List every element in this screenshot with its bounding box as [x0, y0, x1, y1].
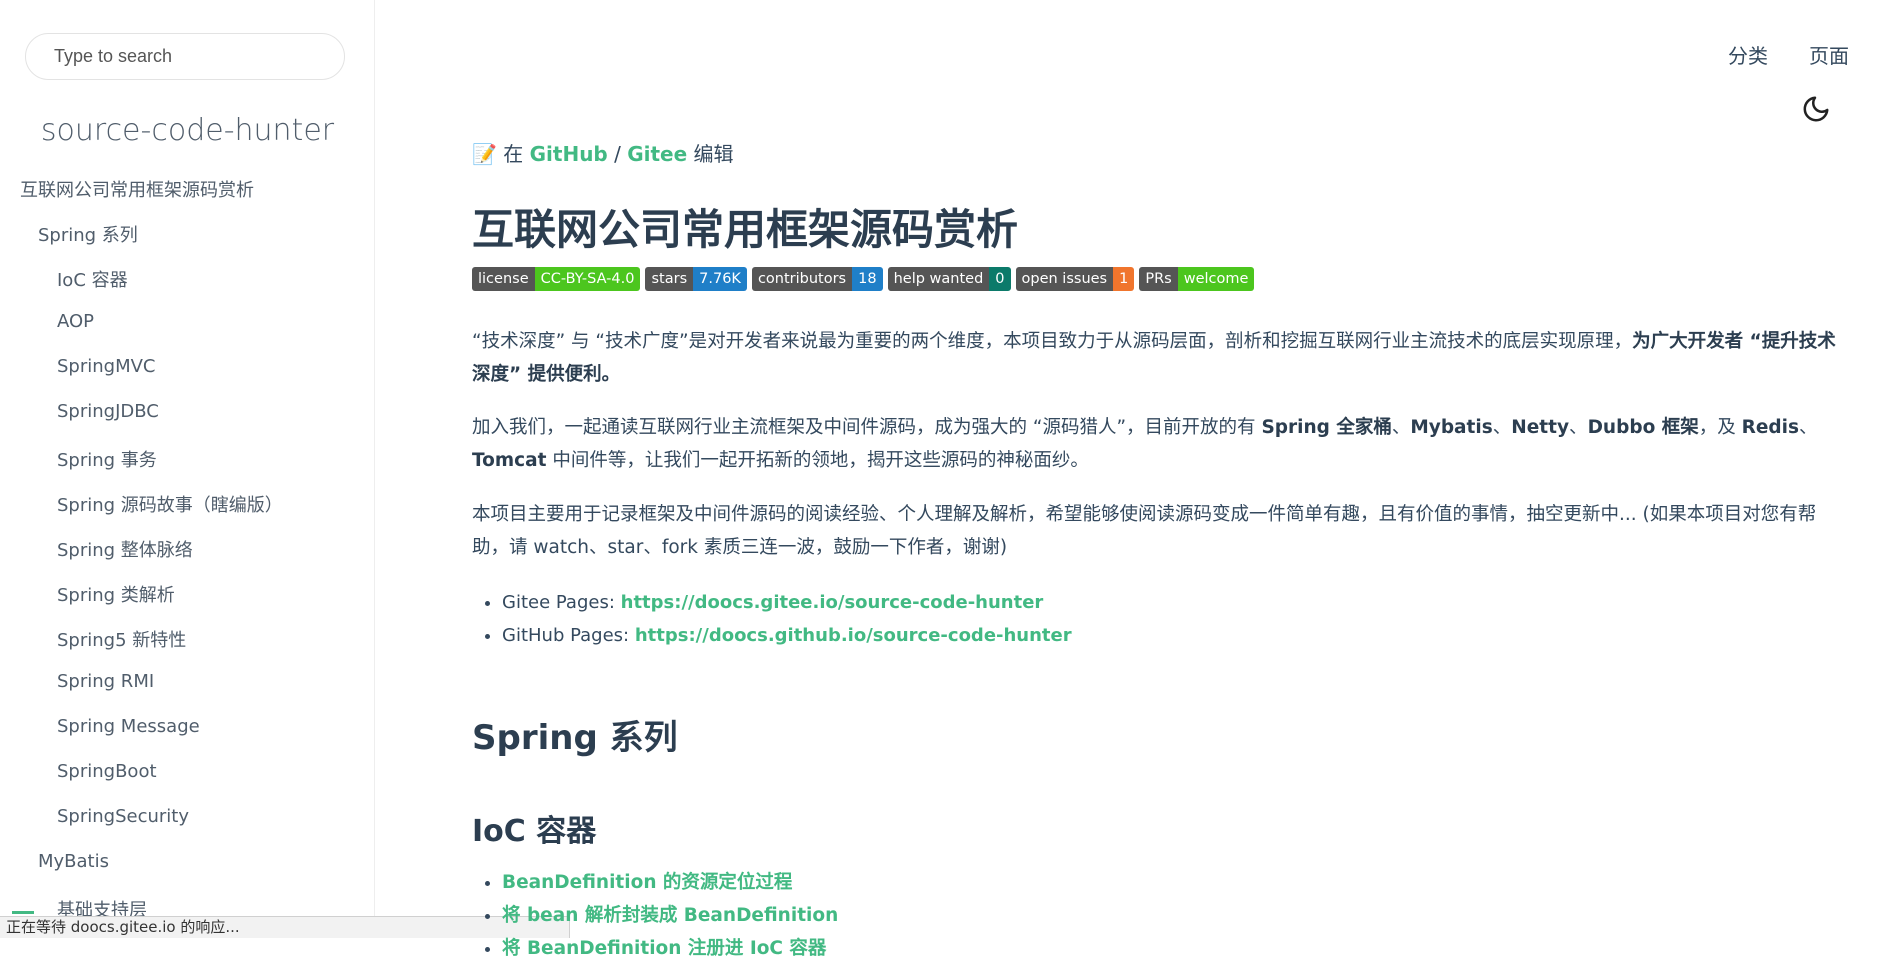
badge-key: contributors — [751, 267, 853, 291]
license-badge[interactable]: license CC-BY-SA-4.0 — [472, 267, 641, 291]
intro-text: “技术深度” 与 “技术广度”是对开发者来说最为重要的两个维度，本项目致力于从源… — [472, 331, 1633, 352]
sidebar-item-spring-series[interactable]: Spring 系列 — [38, 221, 138, 247]
join-bold-netty: Netty — [1511, 417, 1570, 438]
help-wanted-badge[interactable]: help wanted 0 — [887, 267, 1011, 291]
list-item: 将 BeanDefinition 注册进 IoC 容器 — [502, 932, 838, 965]
page-title: 互联网公司常用框架源码赏析 — [472, 205, 1019, 254]
sidebar-item-aop[interactable]: AOP — [57, 311, 94, 332]
join-bold-mybatis: Mybatis — [1410, 417, 1493, 438]
sidebar-item-springmvc[interactable]: SpringMVC — [57, 356, 156, 377]
nav-link-pages[interactable]: 页面 — [1809, 40, 1849, 69]
join-text-2: ，及 — [1698, 417, 1742, 438]
badge-value: CC-BY-SA-4.0 — [534, 267, 641, 291]
subsection-heading-ioc: IoC 容器 — [472, 814, 597, 849]
list-item: BeanDefinition 的资源定位过程 — [502, 866, 838, 899]
join-bold-redis: Redis — [1741, 417, 1800, 438]
pages-links-list: Gitee Pages: https://doocs.gitee.io/sour… — [502, 586, 1072, 652]
sidebar-item-mybatis[interactable]: MyBatis — [38, 851, 109, 872]
join-bold-dubbo: Dubbo 框架 — [1587, 417, 1699, 438]
prs-welcome-badge[interactable]: PRs welcome — [1139, 267, 1255, 291]
join-sep: 、 — [1492, 417, 1512, 438]
edit-suffix: 编辑 — [687, 142, 734, 166]
sidebar-item-home[interactable]: 互联网公司常用框架源码赏析 — [20, 176, 254, 202]
nav-link-categories[interactable]: 分类 — [1728, 40, 1768, 69]
sidebar-item-spring-rmi[interactable]: Spring RMI — [57, 671, 154, 692]
ioc-article-link[interactable]: BeanDefinition 的资源定位过程 — [502, 872, 792, 893]
badge-row: license CC-BY-SA-4.0 stars 7.76K contrib… — [472, 267, 1255, 291]
join-sep: 、 — [1391, 417, 1411, 438]
edit-on-github-link[interactable]: GitHub — [530, 142, 608, 166]
join-text-3: 中间件等，让我们一起开拓新的领地，揭开这些源码的神秘面纱。 — [546, 450, 1089, 471]
badge-key: PRs — [1139, 267, 1178, 291]
stars-badge[interactable]: stars 7.76K — [645, 267, 747, 291]
open-issues-badge[interactable]: open issues 1 — [1015, 267, 1135, 291]
ioc-article-link[interactable]: 将 bean 解析封装成 BeanDefinition — [502, 905, 838, 926]
section-heading-spring: Spring 系列 — [472, 718, 678, 758]
badge-value: 1 — [1113, 267, 1135, 291]
moon-icon — [1803, 96, 1829, 122]
gitee-pages-link[interactable]: https://doocs.gitee.io/source-code-hunte… — [621, 592, 1044, 613]
app-name[interactable]: source-code-hunter — [0, 113, 374, 148]
intro-paragraph: “技术深度” 与 “技术广度”是对开发者来说最为重要的两个维度，本项目致力于从源… — [472, 325, 1842, 391]
join-text: 加入我们，一起通读互联网行业主流框架及中间件源码，成为强大的 “源码猎人”，目前… — [472, 417, 1262, 438]
sidebar-item-spring-overview[interactable]: Spring 整体脉络 — [57, 536, 193, 562]
edit-links: 📝 在 GitHub / Gitee 编辑 — [472, 138, 734, 167]
sidebar: source-code-hunter 互联网公司常用框架源码赏析 Spring … — [0, 0, 375, 938]
theme-toggle-button[interactable] — [1801, 94, 1831, 124]
list-item: 将 bean 解析封装成 BeanDefinition — [502, 899, 838, 932]
sidebar-item-spring-classes[interactable]: Spring 类解析 — [57, 581, 175, 607]
ioc-article-link[interactable]: 将 BeanDefinition 注册进 IoC 容器 — [502, 938, 826, 959]
search-input[interactable] — [54, 46, 344, 67]
edit-separator: / — [607, 142, 628, 166]
badge-key: help wanted — [887, 267, 990, 291]
badge-key: stars — [645, 267, 694, 291]
contributors-badge[interactable]: contributors 18 — [751, 267, 883, 291]
loading-indicator — [12, 911, 34, 914]
join-paragraph: 加入我们，一起通读互联网行业主流框架及中间件源码，成为强大的 “源码猎人”，目前… — [472, 411, 1842, 477]
join-sep: 、 — [1569, 417, 1588, 438]
edit-on-gitee-link[interactable]: Gitee — [627, 142, 687, 166]
badge-value: welcome — [1177, 267, 1255, 291]
list-item: GitHub Pages: https://doocs.github.io/so… — [502, 619, 1072, 652]
ioc-article-list: BeanDefinition 的资源定位过程 将 bean 解析封装成 Bean… — [502, 866, 838, 965]
sidebar-item-spring-tx[interactable]: Spring 事务 — [57, 446, 157, 472]
badge-key: license — [472, 267, 535, 291]
join-bold-spring: Spring 全家桶 — [1261, 417, 1392, 438]
join-sep: 、 — [1799, 417, 1818, 438]
badge-value: 7.76K — [693, 267, 747, 291]
search-box[interactable] — [25, 33, 345, 80]
edit-prefix: 📝 在 — [472, 142, 530, 166]
badge-value: 0 — [989, 267, 1011, 291]
link-label: Gitee Pages: — [502, 592, 621, 613]
badge-value: 18 — [852, 267, 883, 291]
sidebar-item-spring-story[interactable]: Spring 源码故事（瞎编版） — [57, 491, 283, 517]
sidebar-item-springjdbc[interactable]: SpringJDBC — [57, 401, 159, 422]
sidebar-item-spring5[interactable]: Spring5 新特性 — [57, 626, 186, 652]
sidebar-item-springboot[interactable]: SpringBoot — [57, 761, 157, 782]
list-item: Gitee Pages: https://doocs.gitee.io/sour… — [502, 586, 1072, 619]
link-label: GitHub Pages: — [502, 625, 635, 646]
sidebar-item-springsecurity[interactable]: SpringSecurity — [57, 806, 189, 827]
badge-key: open issues — [1015, 267, 1114, 291]
purpose-paragraph: 本项目主要用于记录框架及中间件源码的阅读经验、个人理解及解析，希望能够使阅读源码… — [472, 504, 1817, 558]
github-pages-link[interactable]: https://doocs.github.io/source-code-hunt… — [635, 625, 1072, 646]
sidebar-item-ioc[interactable]: IoC 容器 — [57, 266, 128, 292]
join-bold-tomcat: Tomcat — [472, 450, 547, 471]
sidebar-item-spring-message[interactable]: Spring Message — [57, 716, 200, 737]
